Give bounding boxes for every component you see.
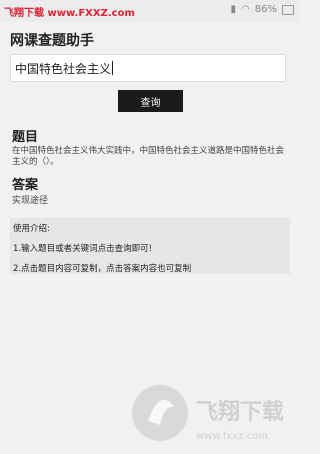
status-watermark: 飞翔下载 www.FXXZ.com bbox=[4, 8, 135, 19]
status-bar: 飞翔下载 www.FXXZ.com ▮ ◠ 86% bbox=[0, 0, 300, 22]
app-title: 网课查题助手 bbox=[10, 33, 94, 49]
text-caret bbox=[112, 61, 114, 75]
question-text[interactable]: 在中国特色社会主义伟大实践中，中国特色社会主义道路是中国特色社会主义的（）。 bbox=[12, 146, 288, 168]
battery-level: 86% bbox=[254, 4, 277, 15]
signal-icon: ▮ bbox=[230, 4, 237, 15]
usage-item: 1.输入题目或者关键词点击查询即可! bbox=[13, 244, 153, 254]
search-input[interactable]: 中国特色社会主义 bbox=[10, 54, 286, 82]
usage-panel: 使用介绍: 1.输入题目或者关键词点击查询即可! 2.点击题目内容可复制，点击答… bbox=[10, 218, 290, 274]
status-icons: ▮ ◠ 86% bbox=[231, 4, 294, 15]
watermark-logo-icon: 飞翔下载 www.fxxz.com bbox=[132, 385, 284, 442]
wifi-icon: ◠ bbox=[241, 4, 250, 15]
question-heading: 题目 bbox=[12, 130, 39, 145]
search-input-value: 中国特色社会主义 bbox=[15, 61, 112, 76]
battery-icon bbox=[282, 4, 294, 15]
answer-text[interactable]: 实现途径 bbox=[12, 193, 48, 206]
usage-heading: 使用介绍: bbox=[13, 224, 50, 234]
search-button[interactable]: 查询 bbox=[118, 90, 183, 112]
watermark-url: www.fxxz.com bbox=[196, 431, 268, 442]
answer-heading: 答案 bbox=[12, 178, 39, 193]
site-watermark: 飞翔下载 www.fxxz.com bbox=[130, 377, 300, 450]
watermark-brand: 飞翔下载 bbox=[196, 399, 284, 425]
usage-item: 2.点击题目内容可复制，点击答案内容也可复制 bbox=[13, 264, 192, 274]
